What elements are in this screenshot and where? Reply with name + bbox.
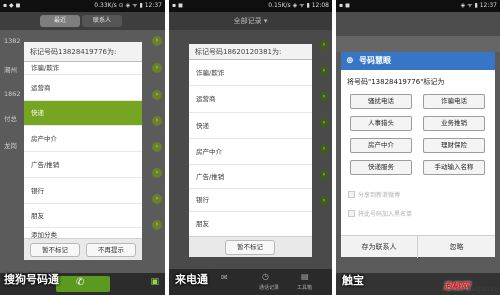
status-left: ▪ ◼ <box>172 2 183 9</box>
mark-number-dialog: 标记号码13828419776为: 诈骗/欺诈 运营商 快递 房产中介 广告/推… <box>24 42 142 260</box>
blacklist-checkbox[interactable] <box>348 210 355 217</box>
bg-call-row[interactable]: 1382 <box>4 37 21 45</box>
chevron-right-icon[interactable]: › <box>319 196 329 206</box>
nav-call-log[interactable]: 通话记录 <box>259 284 279 291</box>
mark-number-dialog: 标记号码18620120381为: 诈骗/欺诈 运营商 快递 房产中介 广告/推… <box>189 44 312 257</box>
status-right: 0.15K/s ◈ ᯤ ▮ 12:08 <box>268 2 329 9</box>
clock-icon: ◷ <box>262 272 269 281</box>
ignore-button[interactable]: 忽略 <box>418 236 495 258</box>
toolbox-icon: ▤ <box>301 272 309 281</box>
message-icon[interactable]: ▣ <box>150 277 159 287</box>
dialog-title: 标记号码13828419776为: <box>24 42 142 62</box>
category-item-selected[interactable]: 快递 <box>24 101 142 126</box>
search-icon: ⊕ <box>346 56 354 66</box>
skip-mark-button[interactable]: 暂不标记 <box>225 240 275 255</box>
category-item[interactable]: 银行 <box>24 178 142 204</box>
sms-icon[interactable]: ✉ <box>221 273 228 282</box>
watermark-logo: 泡椒网 <box>442 282 470 292</box>
chip-custom-name[interactable]: 手动输入名称 <box>423 160 485 175</box>
dialog-head-title: 号码慧眼 <box>359 56 391 65</box>
call-button[interactable]: ✆ <box>56 276 110 292</box>
bg-call-row[interactable]: 潮州 <box>4 64 17 74</box>
blacklist-label: 将此号码加入黑名单 <box>358 211 413 218</box>
category-item[interactable]: 朋友 <box>189 212 312 236</box>
status-bar: ▪ ◼ 0.15K/s ◈ ᯤ ▮ 12:08 <box>169 0 332 12</box>
never-prompt-button[interactable]: 不再提示 <box>86 243 136 257</box>
dialog-button-row: 暂不标记 不再提示 <box>24 238 142 260</box>
chevron-right-icon[interactable]: › <box>152 142 162 152</box>
chevron-right-icon[interactable]: › <box>152 220 162 230</box>
app-caption: 触宝 <box>342 274 364 287</box>
chevron-right-icon[interactable]: › <box>152 36 162 46</box>
chip-real-estate[interactable]: 房产中介 <box>350 138 412 153</box>
category-item[interactable]: 广告/推销 <box>189 165 312 189</box>
laidiantong-phone-screen: ▪ ◼ 0.15K/s ◈ ᯤ ▮ 12:08 全部记录 ▾ › › › › ›… <box>169 0 332 295</box>
bg-row <box>336 36 500 52</box>
chip-courier[interactable]: 快递服务 <box>350 160 412 175</box>
chevron-right-icon[interactable]: › <box>319 118 329 128</box>
chevron-right-icon[interactable]: › <box>319 170 329 180</box>
sogou-phone-screen: ▪ ◆ ◼ 0.33K/s ⊙ ◈ ᯤ ▮ 12:37 最近 联系人 1382 … <box>0 0 165 295</box>
chevron-right-icon[interactable]: › <box>152 116 162 126</box>
save-contact-button[interactable]: 存为联系人 <box>341 236 418 258</box>
top-tabs: 最近 联系人 <box>0 12 165 30</box>
chip-sales[interactable]: 业务推销 <box>423 116 485 131</box>
category-item[interactable]: 朋友 <box>24 204 142 228</box>
status-left: ▪ ◆ ◼ <box>3 2 21 9</box>
category-item[interactable]: 诈骗/欺诈 <box>24 62 142 75</box>
category-item[interactable]: 房产中介 <box>24 126 142 152</box>
category-item[interactable]: 诈骗/欺诈 <box>189 60 312 86</box>
status-bar: ▪ ◼ ◈ ᯤ ▮ 12:37 <box>336 0 500 12</box>
category-item[interactable]: 运营商 <box>24 75 142 101</box>
category-item[interactable]: 快递 <box>189 113 312 139</box>
category-item[interactable]: 银行 <box>189 189 312 212</box>
bg-call-row[interactable]: 1862 <box>4 90 21 98</box>
category-item[interactable]: 广告/推销 <box>24 152 142 178</box>
chip-harassment[interactable]: 骚扰电话 <box>350 94 412 109</box>
dialog-button-row: 暂不标记 <box>189 236 312 257</box>
share-weibo-label: 分享到新浪微博 <box>358 192 401 199</box>
app-caption: 来电通 <box>175 273 208 286</box>
nav-toolbox[interactable]: 工具箱 <box>297 284 312 291</box>
dialog-footer: 存为联系人 忽略 <box>341 235 495 258</box>
tab-recent[interactable]: 最近 <box>40 15 80 27</box>
status-bar: ▪ ◆ ◼ 0.33K/s ⊙ ◈ ᯤ ▮ 12:37 <box>0 0 165 12</box>
skip-mark-button[interactable]: 暂不标记 <box>30 243 80 257</box>
chevron-right-icon[interactable]: › <box>152 194 162 204</box>
status-right: 0.33K/s ⊙ ◈ ᯤ ▮ 12:37 <box>94 2 162 9</box>
records-header[interactable]: 全部记录 ▾ <box>169 12 332 30</box>
chevron-right-icon[interactable]: › <box>319 92 329 102</box>
chevron-right-icon[interactable]: › <box>152 90 162 100</box>
bg-call-row[interactable]: 付总 <box>4 113 17 123</box>
status-right: ◈ ᯤ ▮ 12:37 <box>460 2 497 9</box>
chubao-phone-screen: ▪ ◼ ◈ ᯤ ▮ 12:37 ⊕ 号码慧眼 将号码"13828419776"标… <box>336 0 500 295</box>
chip-fraud[interactable]: 诈骗电话 <box>423 94 485 109</box>
category-item[interactable]: 房产中介 <box>189 139 312 165</box>
top-header <box>336 12 500 36</box>
dialog-title: 标记号码18620120381为: <box>189 44 312 60</box>
app-caption: 搜狗号码通 <box>4 273 59 286</box>
chip-insurance[interactable]: 理财保险 <box>423 138 485 153</box>
chevron-right-icon[interactable]: › <box>152 63 162 73</box>
dialog-header: ⊕ 号码慧眼 <box>341 52 495 70</box>
number-insight-dialog: ⊕ 号码慧眼 将号码"13828419776"标记为 骚扰电话 诈骗电话 人事猎… <box>341 52 495 258</box>
status-left: ▪ ◼ <box>339 2 350 9</box>
chip-headhunter[interactable]: 人事猎头 <box>350 116 412 131</box>
category-item[interactable]: 运营商 <box>189 86 312 113</box>
chevron-right-icon[interactable]: › <box>319 144 329 154</box>
chevron-right-icon[interactable]: › <box>152 168 162 178</box>
chevron-right-icon[interactable]: › <box>319 40 329 50</box>
bg-call-row[interactable]: 龙岗 <box>4 140 17 150</box>
question-text: 将号码"13828419776"标记为 <box>347 78 445 86</box>
phone-icon: ✆ <box>76 277 85 288</box>
tab-contacts[interactable]: 联系人 <box>82 15 122 27</box>
watermark-url: Paojiao.cn <box>467 286 498 293</box>
chevron-right-icon[interactable]: › <box>319 66 329 76</box>
share-weibo-checkbox[interactable] <box>348 191 355 198</box>
